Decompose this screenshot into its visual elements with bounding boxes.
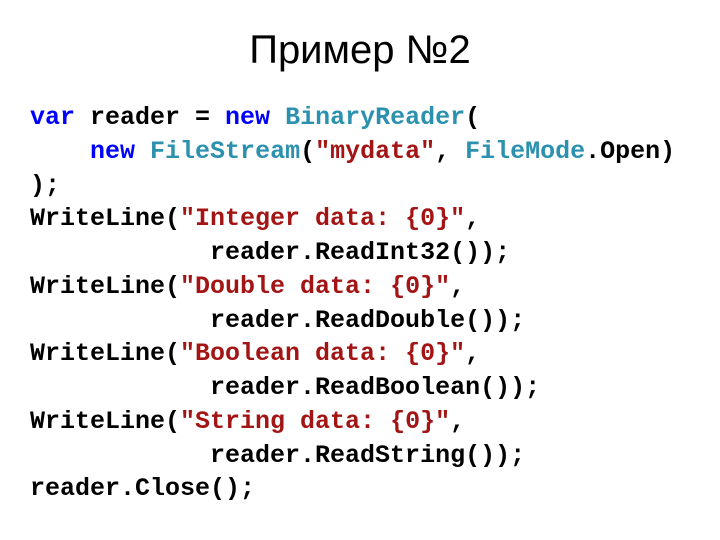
code-text: , (435, 137, 465, 166)
code-text: ( (465, 103, 480, 132)
code-block: var reader = new BinaryReader( new FileS… (30, 101, 690, 506)
string-literal: "Double data: {0}" (180, 272, 450, 301)
code-text: , (450, 407, 465, 436)
code-text: WriteLine( (30, 407, 180, 436)
code-text (30, 137, 90, 166)
keyword-new: new (90, 137, 135, 166)
string-literal: "String data: {0}" (180, 407, 450, 436)
code-text: reader.ReadBoolean()); (30, 373, 540, 402)
code-text: , (465, 204, 480, 233)
code-text: ( (300, 137, 315, 166)
code-text: reader = (75, 103, 225, 132)
string-literal: "Boolean data: {0}" (180, 339, 465, 368)
code-text: reader.Close(); (30, 474, 255, 503)
code-text: WriteLine( (30, 204, 180, 233)
slide-title: Пример №2 (30, 28, 690, 73)
slide-container: Пример №2 var reader = new BinaryReader(… (0, 0, 720, 540)
enum-filemode: FileMode (465, 137, 585, 166)
code-text: WriteLine( (30, 339, 180, 368)
keyword-new: new (225, 103, 270, 132)
string-literal: "mydata" (315, 137, 435, 166)
code-text (270, 103, 285, 132)
type-filestream: FileStream (150, 137, 300, 166)
code-text: .Open) (585, 137, 675, 166)
code-text: reader.ReadInt32()); (30, 238, 510, 267)
code-text: , (465, 339, 480, 368)
keyword-var: var (30, 103, 75, 132)
code-text: reader.ReadDouble()); (30, 306, 525, 335)
code-text: reader.ReadString()); (30, 441, 525, 470)
code-text: WriteLine( (30, 272, 180, 301)
string-literal: "Integer data: {0}" (180, 204, 465, 233)
code-text (135, 137, 150, 166)
type-binaryreader: BinaryReader (285, 103, 465, 132)
code-text: , (450, 272, 465, 301)
code-text: ); (30, 171, 60, 200)
